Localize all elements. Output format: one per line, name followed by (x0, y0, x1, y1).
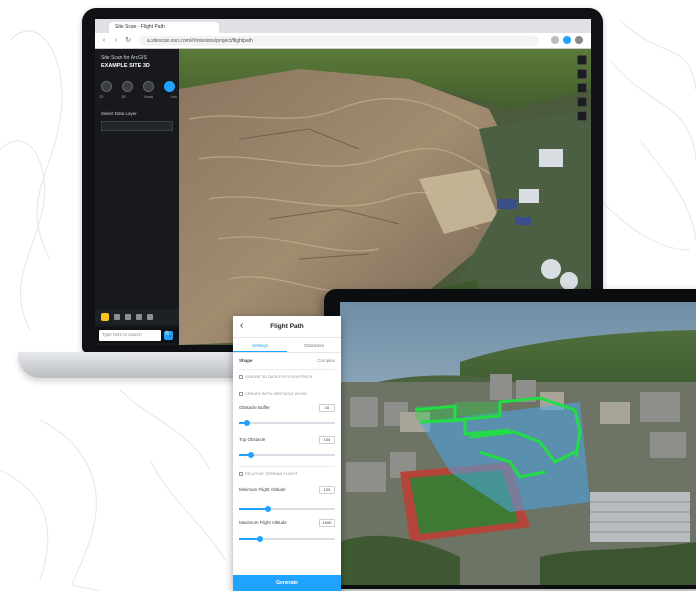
reload-icon[interactable]: ↻ (123, 36, 133, 46)
option-obstacle-avoid[interactable]: Create with obstacle avoid (239, 392, 335, 396)
mode-views-icon[interactable] (143, 81, 154, 92)
address-bar[interactable]: a.sitescan.esri.com/#/missions/project/f… (139, 36, 539, 46)
min-altitude-slider[interactable] (239, 506, 335, 512)
shape-label: Shape (239, 358, 253, 363)
slider-thumb[interactable] (243, 420, 250, 426)
mode-info-icon[interactable] (164, 81, 175, 92)
divider (239, 466, 335, 467)
layer-label: Select Data Layer (101, 111, 137, 116)
max-altitude-input[interactable]: 1000 (319, 519, 335, 527)
measure-icon[interactable] (114, 314, 120, 320)
option-terrain-flight[interactable]: Relative terrain flight (239, 472, 335, 476)
layer-select[interactable] (101, 121, 173, 131)
sidebar-toolbar (95, 309, 179, 325)
org-label: Site Scan for ArcGIS (101, 55, 147, 61)
option-label: Create with obstacle avoid (245, 392, 307, 396)
share-icon[interactable] (147, 314, 153, 320)
extension-icon[interactable] (551, 36, 559, 44)
mode-label: 3D (121, 95, 126, 99)
back-icon[interactable]: ‹ (99, 36, 109, 46)
checkbox[interactable] (239, 392, 243, 396)
flight-path-panel: ‹ Flight Path Settings Obstacles Shape C… (233, 316, 341, 591)
mode-label: Views (143, 95, 154, 99)
fullscreen-icon[interactable] (577, 111, 587, 121)
option-ignore-3d[interactable]: Ignore 3D data for flightpath (239, 375, 335, 379)
top-obstacle-slider[interactable] (239, 452, 335, 458)
tablet-screen[interactable] (340, 302, 696, 585)
browser-toolbar: ‹ › ↻ a.sitescan.esri.com/#/missions/pro… (95, 33, 591, 49)
mode-2d-icon[interactable] (101, 81, 112, 92)
zoom-out-icon[interactable] (577, 69, 587, 79)
drone-icon[interactable] (101, 313, 109, 321)
mode-labels: 2D 3D Views Info (99, 95, 177, 99)
tab-settings[interactable]: Settings (233, 339, 287, 352)
search-icon[interactable]: 🔍 (164, 330, 173, 340)
obstacle-buffer-slider[interactable] (239, 420, 335, 426)
panel-tabs: Settings Obstacles (233, 339, 341, 353)
panel-title: Flight Path (270, 323, 304, 330)
max-altitude-label: Maximum Flight Altitude (239, 520, 287, 525)
profile-avatar[interactable] (563, 36, 571, 44)
layers-icon[interactable] (577, 97, 587, 107)
project-name[interactable]: EXAMPLE SITE 3D (101, 63, 175, 69)
project-header: Site Scan for ArcGIS EXAMPLE SITE 3D (101, 55, 175, 69)
checkbox[interactable] (239, 472, 243, 476)
mode-label: 2D (99, 95, 104, 99)
divider (239, 369, 335, 370)
map-toolbar (577, 55, 587, 121)
mode-label: Info (171, 95, 177, 99)
top-obstacle-input[interactable]: 100 (319, 436, 335, 444)
menu-icon[interactable] (575, 36, 583, 44)
checkbox[interactable] (239, 375, 243, 379)
tablet-3d-scene (340, 302, 696, 585)
slider-thumb[interactable] (257, 536, 264, 542)
browser-tab-strip: Site Scan - Flight Path (95, 19, 591, 33)
cloud-icon[interactable] (136, 314, 142, 320)
panel-header: ‹ Flight Path (233, 316, 341, 338)
slider-fill (239, 508, 268, 510)
edit-icon[interactable] (125, 314, 131, 320)
option-label: Ignore 3D data for flightpath (245, 375, 313, 379)
max-altitude-slider[interactable] (239, 536, 335, 542)
obstacle-buffer-input[interactable]: 10 (319, 404, 335, 412)
stage: Site Scan - Flight Path ‹ › ↻ a.sitescan… (0, 0, 696, 591)
generate-button[interactable]: Generate (233, 575, 341, 591)
slider-thumb[interactable] (247, 452, 254, 458)
taskbar-search: Type here to search 🔍 (95, 327, 179, 343)
tab-obstacles[interactable]: Obstacles (287, 339, 341, 352)
min-altitude-input[interactable]: 120 (319, 486, 335, 494)
forward-icon[interactable]: › (111, 36, 121, 46)
min-altitude-label: Minimum Flight Altitude (239, 487, 286, 492)
browser-tab[interactable]: Site Scan - Flight Path (109, 22, 219, 33)
slider-thumb[interactable] (264, 506, 271, 512)
top-obstacle-label: Top Obstacle (239, 437, 266, 442)
app-sidebar: Site Scan for ArcGIS EXAMPLE SITE 3D 2D … (95, 49, 179, 345)
compass-icon[interactable] (577, 83, 587, 93)
shape-row[interactable]: Shape Complex (239, 358, 335, 363)
shape-value[interactable]: Complex (317, 358, 335, 363)
option-label: Relative terrain flight (245, 472, 298, 476)
search-input[interactable]: Type here to search (99, 329, 161, 341)
zoom-in-icon[interactable] (577, 55, 587, 65)
mode-3d-icon[interactable] (122, 81, 133, 92)
obstacle-buffer-label: Obstacle Buffer (239, 405, 270, 410)
